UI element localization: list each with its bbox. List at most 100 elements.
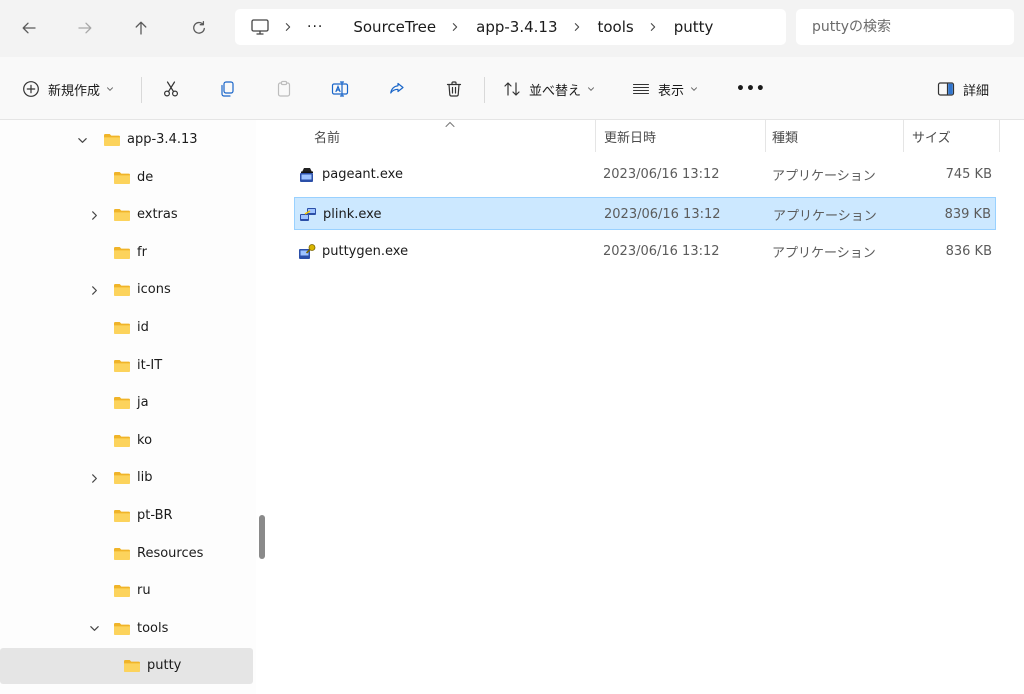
chevron-right-icon[interactable] <box>572 21 584 33</box>
sort-icon <box>504 82 520 96</box>
chevron-down-icon <box>691 87 698 92</box>
nav-item-de[interactable]: de <box>0 160 253 196</box>
see-more-button[interactable]: ••• <box>734 69 766 109</box>
breadcrumb-overflow[interactable]: ··· <box>307 19 323 35</box>
file-size: 836 KB <box>945 244 992 259</box>
column-header-size-label: サイズ <box>912 130 951 146</box>
nav-item-label: ru <box>137 583 151 599</box>
folder-icon <box>113 471 131 485</box>
paste-button[interactable] <box>275 69 293 109</box>
folder-icon <box>113 321 131 335</box>
copy-button[interactable] <box>218 69 236 109</box>
file-type: アプリケーション <box>773 208 877 224</box>
chevron-right-icon[interactable] <box>88 472 100 484</box>
this-pc-icon[interactable] <box>249 16 271 38</box>
nav-item-app-3-4-13[interactable]: app-3.4.13 <box>0 122 253 158</box>
cut-button[interactable] <box>162 69 180 109</box>
nav-item-icons[interactable]: icons <box>0 272 253 308</box>
breadcrumb-tools[interactable]: tools <box>596 18 636 36</box>
chevron-right-icon[interactable] <box>283 21 295 33</box>
nav-item-ja[interactable]: ja <box>0 385 253 421</box>
arrow-left-icon <box>22 22 36 34</box>
folder-icon <box>113 396 131 410</box>
back-button[interactable] <box>10 9 48 47</box>
chevron-down-icon[interactable] <box>76 134 88 146</box>
breadcrumb-sourcetree[interactable]: SourceTree <box>351 18 438 36</box>
nav-item-id[interactable]: id <box>0 310 253 346</box>
folder-icon <box>113 171 131 185</box>
file-type: アプリケーション <box>772 246 876 261</box>
details-pane-button[interactable]: 詳細 <box>937 69 989 109</box>
file-size: 839 KB <box>944 206 991 222</box>
rename-button[interactable] <box>331 69 349 109</box>
nav-item-resources[interactable]: Resources <box>0 536 253 572</box>
nav-item-label: fr <box>137 244 147 260</box>
folder-icon <box>113 246 131 260</box>
chevron-right-icon[interactable] <box>88 284 100 296</box>
nav-item-it-it[interactable]: it-IT <box>0 348 253 384</box>
search-input[interactable] <box>796 9 1014 45</box>
share-button[interactable] <box>388 69 406 109</box>
view-button[interactable]: 表示 <box>632 69 698 109</box>
new-button[interactable]: 新規作成 <box>22 69 114 109</box>
clipboard-icon <box>277 80 291 97</box>
file-type: アプリケーション <box>772 169 876 184</box>
nav-item-tools[interactable]: tools <box>0 611 253 647</box>
file-row[interactable]: puttygen.exe 2023/06/16 13:12 アプリケーション 836 … <box>294 235 996 268</box>
chevron-right-icon[interactable] <box>648 21 660 33</box>
sort-button[interactable]: 並べ替え <box>503 69 595 109</box>
nav-item-label: id <box>137 320 149 335</box>
folder-icon <box>113 359 131 373</box>
file-row[interactable]: plink.exe 2023/06/16 13:12 アプリケーション 839 KB <box>294 196 996 230</box>
folder-icon <box>113 509 131 523</box>
nav-item-ko[interactable]: ko <box>0 423 253 459</box>
nav-item-ru[interactable]: ru <box>0 573 253 609</box>
address-bar-region: ··· SourceTree app-3.4.13 tools putty <box>0 0 1024 57</box>
breadcrumb-app[interactable]: app-3.4.13 <box>474 18 559 36</box>
chevron-down-icon[interactable] <box>88 623 100 635</box>
nav-item-label: it-IT <box>137 357 163 373</box>
nav-item-lib[interactable]: lib <box>0 460 253 496</box>
plus-circle-icon <box>23 81 39 97</box>
file-date: 2023/06/16 13:12 <box>603 167 720 182</box>
up-button[interactable] <box>122 9 160 47</box>
copy-icon <box>221 81 234 97</box>
nav-item-label: icons <box>137 282 171 298</box>
forward-button[interactable] <box>66 9 104 47</box>
command-bar: 新規作成 並べ替え 表示 ••• 詳細 <box>0 57 1024 120</box>
sort-button-label: 並べ替え <box>529 83 582 99</box>
file-date: 2023/06/16 13:12 <box>604 206 721 222</box>
nav-item-label: app-3.4.13 <box>127 132 198 147</box>
nav-item-putty[interactable]: putty <box>0 648 253 685</box>
search-box[interactable] <box>796 9 1014 45</box>
details-pane-icon <box>937 82 955 96</box>
chevron-right-icon[interactable] <box>450 21 462 33</box>
folder-icon <box>113 584 131 598</box>
nav-item-fr[interactable]: fr <box>0 235 253 271</box>
nav-item-label: pt-BR <box>137 508 173 523</box>
folder-icon <box>113 622 131 636</box>
column-header-date[interactable]: 更新日時 <box>594 120 766 152</box>
folder-icon <box>103 133 121 147</box>
breadcrumb-putty[interactable]: putty <box>672 18 716 36</box>
nav-item-label: tools <box>137 620 169 636</box>
address-box[interactable]: ··· SourceTree app-3.4.13 tools putty <box>235 9 786 45</box>
column-header-date-label: 更新日時 <box>604 130 657 146</box>
pageant-icon <box>298 166 316 184</box>
nav-item-label: ja <box>137 395 149 411</box>
nav-item-pt-br[interactable]: pt-BR <box>0 498 253 534</box>
nav-scrollbar-thumb[interactable] <box>259 515 265 559</box>
navigation-pane: app-3.4.13 de extras fr icons id it-IT ja ko lib p… <box>0 120 265 694</box>
nav-item-label: lib <box>137 470 153 486</box>
sort-ascending-icon <box>445 121 455 127</box>
chevron-right-icon[interactable] <box>88 209 100 221</box>
column-header-type[interactable]: 種類 <box>762 120 904 152</box>
nav-item-extras[interactable]: extras <box>0 197 253 233</box>
toolbar-divider <box>141 77 142 103</box>
file-row[interactable]: pageant.exe 2023/06/16 13:12 アプリケーション 745 K… <box>294 158 996 191</box>
refresh-button[interactable] <box>180 9 218 47</box>
share-icon <box>390 82 404 94</box>
details-pane-label: 詳細 <box>963 83 990 99</box>
delete-button[interactable] <box>445 69 463 109</box>
column-header-size[interactable]: サイズ <box>902 120 1000 152</box>
